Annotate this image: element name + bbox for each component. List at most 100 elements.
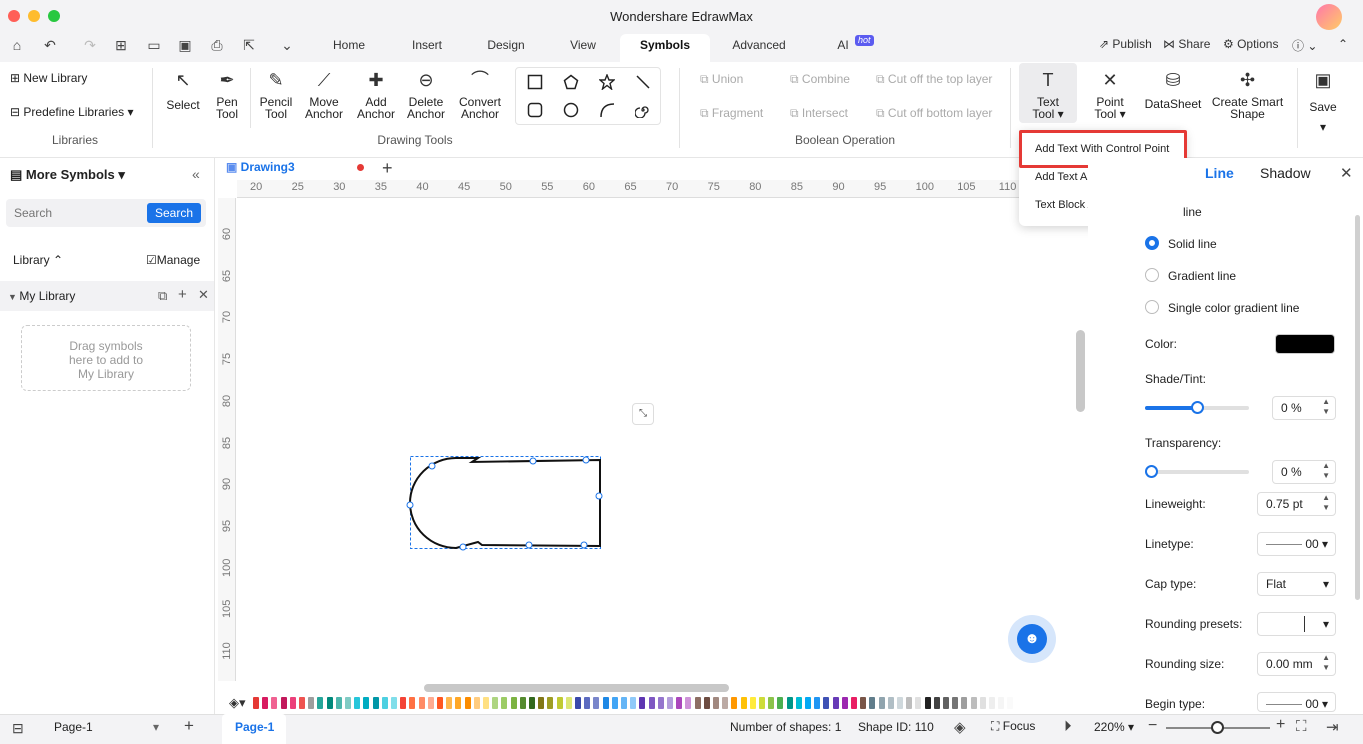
convert-anchor-tool[interactable]: ⌒ Convert Anchor <box>456 69 504 120</box>
palette-swatch[interactable] <box>897 697 903 709</box>
zoom-in-icon[interactable]: + <box>1276 716 1285 734</box>
delete-anchor-tool[interactable]: ⊖ Delete Anchor <box>404 69 448 120</box>
palette-swatch[interactable] <box>262 697 269 709</box>
palette-swatch[interactable] <box>464 697 471 709</box>
pentagon-icon[interactable] <box>553 68 589 96</box>
palette-swatch[interactable] <box>602 697 609 709</box>
palette-swatch[interactable] <box>657 697 664 709</box>
palette-swatch[interactable] <box>786 697 793 709</box>
palette-swatch[interactable] <box>731 697 738 709</box>
palette-swatch[interactable] <box>538 697 545 709</box>
tab-line[interactable]: Line <box>1205 165 1234 181</box>
palette-swatch[interactable] <box>611 697 618 709</box>
palette-swatch[interactable] <box>621 697 627 709</box>
tab-ai[interactable]: AI <box>830 34 856 56</box>
palette-swatch[interactable] <box>510 697 517 709</box>
play-icon[interactable]: ⏵ <box>1064 718 1072 735</box>
line-icon[interactable] <box>625 68 661 96</box>
palette-swatch[interactable] <box>814 697 821 709</box>
page-select[interactable]: Page-1 ▾ <box>54 720 159 734</box>
print-icon[interactable]: ⎙ <box>209 37 225 53</box>
fill-bucket-icon[interactable]: ◈▾ <box>229 695 246 711</box>
predefine-libraries-button[interactable]: ⊟ Predefine Libraries ▾ <box>10 105 133 119</box>
datasheet-button[interactable]: ⛁ DataSheet <box>1144 69 1202 110</box>
collapse-ribbon-icon[interactable]: ⌃ <box>1338 37 1348 51</box>
palette-swatch[interactable] <box>694 697 701 709</box>
palette-swatch[interactable] <box>906 697 913 709</box>
palette-swatch[interactable] <box>998 697 1005 709</box>
page-panel-icon[interactable]: ⊟ <box>12 720 24 737</box>
options-button[interactable]: ⚙ Options <box>1223 37 1278 51</box>
home-icon[interactable]: ⌂ <box>9 37 25 53</box>
save-button[interactable]: ▣ Save ▾ <box>1303 69 1343 133</box>
palette-swatch[interactable] <box>547 697 554 709</box>
palette-swatch[interactable] <box>979 697 986 709</box>
cap-type-select[interactable]: Flat ▾ <box>1257 572 1336 596</box>
publish-button[interactable]: ⇗ Publish <box>1099 37 1152 51</box>
palette-swatch[interactable] <box>841 697 848 709</box>
palette-swatch[interactable] <box>713 697 719 709</box>
palette-swatch[interactable] <box>372 697 379 709</box>
close-panel-icon[interactable]: ✕ <box>1340 164 1353 182</box>
layers-icon[interactable]: ◈ <box>954 718 966 736</box>
palette-swatch[interactable] <box>345 697 351 709</box>
library-toggle[interactable]: Library ⌃ <box>13 253 63 267</box>
palette-swatch[interactable] <box>768 697 775 709</box>
palette-swatch[interactable] <box>593 697 600 709</box>
floating-action-icon[interactable]: ⤡ <box>632 403 654 425</box>
palette-swatch[interactable] <box>685 697 692 709</box>
intersect-button[interactable]: ⧉ Intersect <box>790 106 848 121</box>
library-drop-zone[interactable]: Drag symbols here to add to My Library <box>21 325 191 391</box>
palette-swatch[interactable] <box>970 697 977 709</box>
vertical-scrollbar[interactable] <box>1076 330 1085 412</box>
arc-icon[interactable] <box>589 96 625 124</box>
solid-line-radio[interactable] <box>1145 236 1159 250</box>
add-anchor-tool[interactable]: ✚ Add Anchor <box>354 69 398 120</box>
begin-type-select[interactable]: 00 ▾ <box>1257 692 1336 712</box>
single-gradient-radio[interactable] <box>1145 300 1159 314</box>
palette-swatch[interactable] <box>639 697 646 709</box>
palette-swatch[interactable] <box>722 697 729 709</box>
palette-swatch[interactable] <box>280 697 287 709</box>
add-icon[interactable]: + <box>178 286 187 303</box>
palette-swatch[interactable] <box>961 697 968 709</box>
spiral-icon[interactable] <box>625 96 661 124</box>
fragment-button[interactable]: ⧉ Fragment <box>700 106 763 121</box>
transparency-slider[interactable] <box>1145 470 1249 474</box>
close-icon[interactable]: ✕ <box>198 287 209 303</box>
palette-swatch[interactable] <box>943 697 949 709</box>
page-tab[interactable]: Page-1 <box>235 720 274 734</box>
import-icon[interactable]: ⧉ <box>158 288 167 304</box>
cut-bottom-button[interactable]: ⧉ Cut off bottom layer <box>876 106 992 121</box>
collapse-panel-icon[interactable]: « <box>192 166 200 182</box>
assistant-bot-button[interactable]: ☻ <box>1008 615 1056 663</box>
zoom-out-icon[interactable]: − <box>1148 717 1157 735</box>
palette-swatch[interactable] <box>878 697 885 709</box>
palette-swatch[interactable] <box>795 697 802 709</box>
canvas-area[interactable] <box>218 158 1088 714</box>
new-file-icon[interactable]: ⊞ <box>113 37 129 53</box>
palette-swatch[interactable] <box>860 697 867 709</box>
new-library-button[interactable]: ⊞ New Library <box>10 71 87 85</box>
combine-button[interactable]: ⧉ Combine <box>790 72 850 87</box>
gradient-line-radio[interactable] <box>1145 268 1159 282</box>
palette-swatch[interactable] <box>400 697 407 709</box>
tab-symbols[interactable]: Symbols <box>620 34 710 62</box>
create-smart-shape-button[interactable]: ✣ Create Smart Shape <box>1210 69 1285 120</box>
palette-swatch[interactable] <box>749 697 756 709</box>
cut-top-button[interactable]: ⧉ Cut off the top layer <box>876 72 992 87</box>
help-button[interactable]: ⓘ ⌄ <box>1292 37 1317 54</box>
transparency-value[interactable]: 0 % ▲ ▼ <box>1272 460 1336 484</box>
color-swatch[interactable] <box>1275 334 1335 354</box>
palette-swatch[interactable] <box>492 697 499 709</box>
palette-swatch[interactable] <box>648 697 655 709</box>
search-button[interactable]: Search <box>147 203 201 223</box>
fit-page-icon[interactable]: ⛶ <box>1296 718 1307 735</box>
palette-swatch[interactable] <box>455 697 462 709</box>
circle-icon[interactable] <box>553 96 589 124</box>
palette-swatch[interactable] <box>354 697 361 709</box>
shade-slider-handle[interactable] <box>1191 401 1204 414</box>
manage-button[interactable]: ☑Manage <box>146 253 200 267</box>
palette-swatch[interactable] <box>501 697 508 709</box>
palette-swatch[interactable] <box>556 697 563 709</box>
